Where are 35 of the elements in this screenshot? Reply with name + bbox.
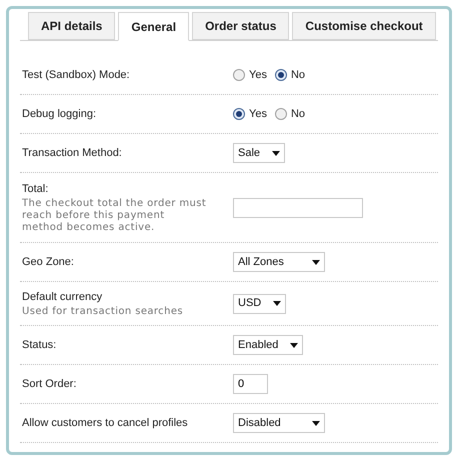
radio-button[interactable] [274, 69, 287, 81]
radio-button[interactable] [233, 108, 245, 120]
caret-icon [312, 420, 320, 426]
dropdown-select[interactable]: Enabled [233, 335, 304, 355]
radio-button[interactable] [233, 69, 245, 81]
radio-option[interactable]: Yes [233, 66, 267, 84]
tab[interactable]: Customise checkout [292, 12, 436, 40]
caret-icon [312, 260, 320, 264]
help-text: Used for transaction searches [22, 306, 184, 318]
input-field[interactable] [233, 198, 363, 218]
field-label: Sort Order: [22, 376, 78, 392]
input-field[interactable]: 0 [233, 374, 268, 394]
dropdown-select[interactable]: All Zones [233, 252, 325, 272]
radio-option[interactable]: No [274, 106, 306, 122]
radio-option[interactable]: No [274, 66, 306, 84]
field-label: Default currency [22, 290, 104, 306]
caret-icon [273, 301, 282, 306]
field-label: Status: [22, 338, 58, 353]
dropdown-select[interactable]: Sale [233, 143, 286, 163]
radio-option[interactable]: Yes [233, 106, 267, 122]
field-label: Total: [22, 182, 50, 198]
caret-icon [290, 342, 298, 348]
field-label: Test (Sandbox) Mode: [22, 68, 131, 83]
field-label: Geo Zone: [22, 254, 75, 270]
help-text: The checkout total the order must reach before this payment method becomes active. [22, 198, 207, 234]
dropdown-select[interactable]: USD [233, 294, 286, 314]
field-label: Transaction Method: [22, 146, 123, 161]
tab[interactable]: General [118, 12, 190, 41]
tab[interactable]: Order status [192, 12, 290, 40]
tab[interactable]: API details [28, 12, 116, 40]
caret-icon [272, 150, 280, 156]
field-label: Debug logging: [22, 106, 98, 122]
radio-button[interactable] [274, 108, 287, 120]
field-label: Allow customers to cancel profiles [22, 416, 189, 431]
dropdown-select[interactable]: Disabled [233, 413, 325, 433]
